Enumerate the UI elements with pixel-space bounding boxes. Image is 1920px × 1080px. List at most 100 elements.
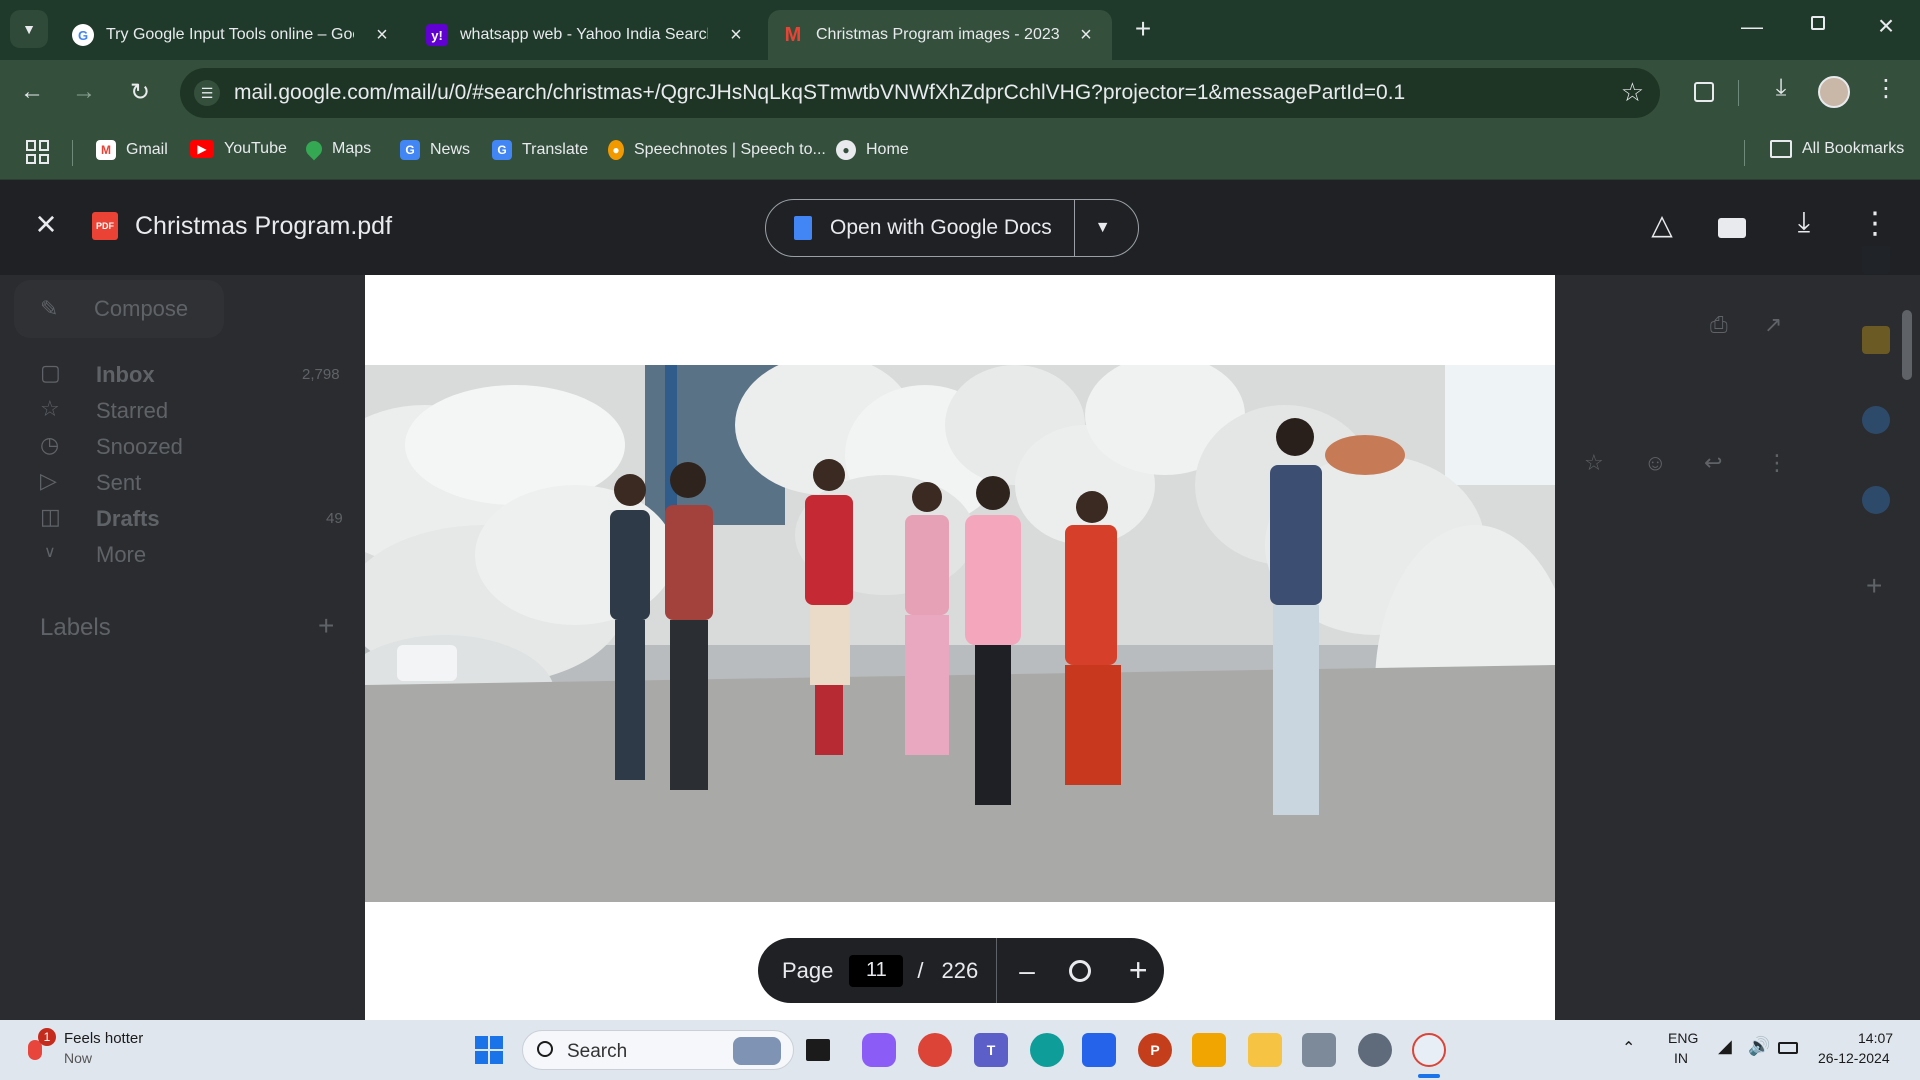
bookmark-youtube[interactable]: ▶ YouTube bbox=[190, 140, 287, 158]
draft-icon: ◫ bbox=[40, 504, 61, 529]
print-icon bbox=[1718, 218, 1746, 238]
bookmark-news[interactable]: G News bbox=[400, 140, 470, 160]
folder-sent[interactable]: ▷ Sent bbox=[0, 466, 350, 500]
volume-icon[interactable]: 🔊 bbox=[1748, 1036, 1770, 1057]
page-number-input[interactable]: 11 bbox=[849, 954, 904, 987]
battery-icon[interactable] bbox=[1778, 1042, 1798, 1054]
camera-app-icon[interactable] bbox=[1302, 1033, 1336, 1067]
folder-starred[interactable]: ☆ Starred bbox=[0, 394, 350, 428]
microphone-icon: ● bbox=[608, 140, 624, 160]
translate-icon: G bbox=[492, 140, 512, 160]
language-bottom[interactable]: IN bbox=[1674, 1050, 1688, 1066]
bookmark-speechnotes[interactable]: ● Speechnotes | Speech to... bbox=[608, 140, 826, 160]
bookmark-label: YouTube bbox=[224, 140, 287, 157]
search-placeholder: Search bbox=[567, 1041, 628, 1062]
close-icon[interactable]: × bbox=[724, 24, 748, 47]
teams-icon[interactable]: T bbox=[974, 1033, 1008, 1067]
file-explorer-icon[interactable] bbox=[1248, 1033, 1282, 1067]
profile-avatar[interactable] bbox=[1818, 76, 1850, 108]
settings-icon[interactable] bbox=[1358, 1033, 1392, 1067]
task-view-button[interactable] bbox=[806, 1039, 830, 1061]
show-hidden-icons[interactable]: ⌃ bbox=[1622, 1038, 1635, 1058]
more-vert-icon[interactable]: ⋮ bbox=[1766, 450, 1788, 476]
add-addon-icon[interactable]: + bbox=[1866, 570, 1882, 602]
close-window-button[interactable]: × bbox=[1866, 10, 1906, 44]
tab-yahoo-search[interactable]: y! whatsapp web - Yahoo India Search Res… bbox=[412, 10, 762, 60]
bookmark-maps[interactable]: Maps bbox=[302, 137, 371, 161]
forward-button[interactable]: → bbox=[66, 74, 102, 110]
scrollbar[interactable] bbox=[1902, 310, 1912, 380]
open-with-google-docs-button[interactable]: Open with Google Docs ▼ bbox=[765, 199, 1139, 257]
folder-more[interactable]: ∨ More bbox=[0, 538, 350, 572]
zoom-icon[interactable] bbox=[1068, 959, 1091, 982]
print-button[interactable] bbox=[1714, 210, 1750, 246]
emoji-icon[interactable]: ☺ bbox=[1644, 450, 1666, 476]
star-icon[interactable]: ☆ bbox=[1584, 450, 1604, 476]
folder-inbox[interactable]: ▢ Inbox 2,798 bbox=[0, 358, 350, 392]
bookmark-translate[interactable]: G Translate bbox=[492, 140, 588, 160]
close-viewer-button[interactable]: × bbox=[28, 206, 64, 242]
taskbar-search[interactable]: Search bbox=[522, 1030, 794, 1070]
reload-button[interactable]: ↻ bbox=[122, 74, 158, 110]
more-options-button[interactable]: ⋮ bbox=[1860, 206, 1890, 246]
clock-date[interactable]: 26-12-2024 bbox=[1818, 1050, 1890, 1066]
copilot-icon[interactable] bbox=[862, 1033, 896, 1067]
divider bbox=[1073, 200, 1075, 256]
add-label-icon[interactable]: + bbox=[318, 610, 334, 642]
clock-time[interactable]: 14:07 bbox=[1858, 1030, 1893, 1046]
minimize-button[interactable]: — bbox=[1732, 14, 1772, 44]
folder-count: 49 bbox=[326, 510, 343, 527]
downloads-button[interactable]: ⤓ bbox=[1764, 74, 1798, 110]
bookmark-gmail[interactable]: M Gmail bbox=[96, 140, 168, 160]
folder-drafts[interactable]: ◫ Drafts 49 bbox=[0, 502, 350, 536]
language-top[interactable]: ENG bbox=[1668, 1030, 1698, 1046]
new-tab-button[interactable]: + bbox=[1128, 13, 1158, 44]
extensions-button[interactable] bbox=[1688, 76, 1720, 108]
pdf-icon-text: PDF bbox=[96, 221, 114, 231]
close-icon[interactable]: × bbox=[370, 24, 394, 47]
open-new-window-icon[interactable]: ↗ bbox=[1764, 312, 1782, 338]
close-icon[interactable]: × bbox=[1074, 24, 1098, 47]
bookmark-star-icon[interactable]: ☆ bbox=[1621, 77, 1644, 108]
reply-icon[interactable]: ↩ bbox=[1704, 450, 1722, 476]
tab-christmas-program[interactable]: M Christmas Program images - 2023 - aj × bbox=[768, 10, 1112, 60]
folder-count: 2,798 bbox=[302, 366, 340, 383]
powerpoint-icon[interactable]: P bbox=[1138, 1033, 1172, 1067]
wifi-icon[interactable]: ◢ bbox=[1718, 1036, 1732, 1057]
start-button[interactable] bbox=[472, 1033, 506, 1067]
zoom-out-button[interactable]: – bbox=[1019, 955, 1035, 987]
search-highlight-icon bbox=[733, 1037, 781, 1065]
dropdown-arrow-icon[interactable]: ▼ bbox=[1095, 219, 1111, 237]
restore-button[interactable] bbox=[1798, 16, 1838, 46]
bookmark-home[interactable]: ● Home bbox=[836, 140, 909, 160]
tab-search-button[interactable]: ▼ bbox=[10, 10, 48, 48]
site-info-icon[interactable]: ☰ bbox=[194, 80, 220, 106]
program-photo bbox=[365, 365, 1555, 902]
weather-title: Feels hotter bbox=[64, 1030, 144, 1047]
chrome-active-icon[interactable] bbox=[1412, 1033, 1446, 1067]
download-button[interactable]: ⤓ bbox=[1786, 206, 1822, 246]
back-button[interactable]: ← bbox=[14, 74, 50, 110]
tab-title: whatsapp web - Yahoo India Search Result… bbox=[460, 26, 708, 43]
chrome-menu-button[interactable]: ⋮ bbox=[1874, 74, 1898, 110]
contacts-icon[interactable] bbox=[1862, 486, 1890, 514]
chrome-icon[interactable] bbox=[918, 1033, 952, 1067]
tab-google-input-tools[interactable]: G Try Google Input Tools online – Google… bbox=[58, 10, 408, 60]
keep-icon[interactable] bbox=[1862, 326, 1890, 354]
compose-button[interactable]: ✎ Compose bbox=[14, 280, 224, 338]
zoom-in-button[interactable]: + bbox=[1129, 952, 1148, 989]
youtube-icon: ▶ bbox=[190, 140, 214, 158]
bookmarks-bar: M Gmail ▶ YouTube Maps G News G Translat… bbox=[0, 126, 1920, 180]
app-hexagon-icon[interactable] bbox=[1192, 1033, 1226, 1067]
address-bar[interactable]: ☰ mail.google.com/mail/u/0/#search/chris… bbox=[180, 68, 1660, 118]
all-bookmarks[interactable]: All Bookmarks bbox=[1770, 140, 1904, 158]
print-icon[interactable]: ⎙ bbox=[1710, 312, 1728, 338]
plus-icon: + bbox=[1134, 13, 1152, 44]
apps-button[interactable] bbox=[26, 140, 50, 164]
edge-icon[interactable] bbox=[1030, 1033, 1064, 1067]
store-icon[interactable] bbox=[1082, 1033, 1116, 1067]
add-to-drive-button[interactable]: △ bbox=[1642, 208, 1682, 248]
folder-snoozed[interactable]: ◷ Snoozed bbox=[0, 430, 350, 464]
tasks-icon[interactable] bbox=[1862, 406, 1890, 434]
weather-widget[interactable]: 1 Feels hotter Now bbox=[24, 1028, 224, 1072]
